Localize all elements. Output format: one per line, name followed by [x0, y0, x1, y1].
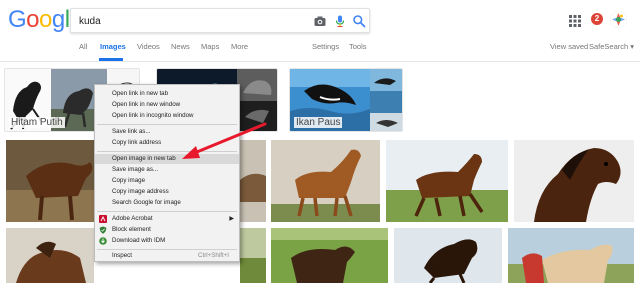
menu-separator [97, 249, 237, 250]
menu-item-copy-image[interactable]: Copy image [95, 176, 239, 186]
shield-icon [99, 226, 107, 234]
chip-image [370, 69, 402, 131]
acrobat-icon [99, 215, 107, 223]
menu-item-label: Save image as... [112, 166, 159, 173]
search-box [70, 8, 370, 33]
menu-item-copy-link-address[interactable]: Copy link address [95, 138, 239, 148]
tab-maps[interactable]: Maps [201, 42, 219, 51]
header-divider [0, 61, 640, 62]
menu-item-save-link-as[interactable]: Save link as... [95, 127, 239, 137]
menu-item-inspect[interactable]: Inspect Ctrl+Shift+I [95, 251, 239, 261]
image-result[interactable] [508, 228, 634, 283]
tab-more[interactable]: More [231, 42, 248, 51]
image-result[interactable] [394, 228, 502, 283]
image-result[interactable] [514, 140, 634, 222]
camera-icon[interactable] [313, 14, 327, 28]
avatar[interactable] [610, 11, 627, 28]
image-result[interactable] [386, 140, 508, 222]
menu-item-shortcut: Ctrl+Shift+I [198, 252, 229, 259]
menu-item-adobe-acrobat[interactable]: Adobe Acrobat ▶ [95, 214, 239, 224]
menu-item-save-image-as[interactable]: Save image as... [95, 165, 239, 175]
menu-item-label: Open link in incognito window [112, 112, 194, 119]
menu-item-label: Open link in new tab [112, 90, 169, 97]
menu-item-label: Search Google for image [112, 199, 181, 206]
settings-link[interactable]: Settings [312, 42, 339, 51]
logo-letter: o [26, 6, 40, 33]
submenu-arrow-icon: ▶ [229, 216, 234, 222]
menu-item-search-google-for-image[interactable]: Search Google for image [95, 198, 239, 208]
tab-images[interactable]: Images [100, 42, 126, 51]
menu-item-label: Copy link address [112, 139, 162, 146]
image-result[interactable] [6, 228, 94, 283]
menu-item-block-element[interactable]: Block element [95, 225, 239, 235]
chip-label: Hitam Putih [9, 117, 65, 128]
menu-item-label: Block element [112, 226, 151, 233]
image-result[interactable] [271, 140, 380, 222]
microphone-icon[interactable] [333, 14, 347, 28]
menu-item-open-image-new-tab[interactable]: Open image in new tab [95, 154, 239, 164]
chip-image [237, 69, 277, 131]
notification-badge[interactable]: 2 [591, 13, 603, 25]
image-result[interactable] [6, 140, 100, 222]
menu-separator [97, 151, 237, 152]
chip-label: Ikan Paus [294, 117, 343, 128]
logo-letter: G [8, 6, 27, 33]
menu-item-label: Open image in new tab [112, 155, 176, 162]
tools-link[interactable]: Tools [349, 42, 367, 51]
image-result[interactable] [240, 140, 266, 222]
menu-separator [97, 124, 237, 125]
search-icon[interactable] [352, 14, 366, 28]
tab-news[interactable]: News [171, 42, 190, 51]
image-result[interactable] [240, 228, 266, 283]
logo-letter: g [51, 6, 65, 33]
view-saved-link[interactable]: View saved [550, 42, 588, 51]
tab-all[interactable]: All [79, 42, 87, 51]
menu-item-open-link-new-tab[interactable]: Open link in new tab [95, 89, 239, 99]
menu-separator [97, 211, 237, 212]
search-input[interactable] [79, 13, 299, 29]
search-nav: All Images Videos News Maps More Setting… [0, 42, 640, 56]
menu-item-label: Copy image [112, 177, 146, 184]
image-result[interactable] [271, 228, 388, 283]
menu-item-download-with-idm[interactable]: Download with IDM [95, 236, 239, 246]
idm-icon [99, 237, 107, 245]
menu-item-label: Open link in new window [112, 101, 181, 108]
tab-videos[interactable]: Videos [137, 42, 160, 51]
logo-letter: o [39, 6, 52, 33]
menu-item-label: Inspect [112, 252, 132, 259]
menu-item-label: Download with IDM [112, 237, 166, 244]
menu-item-open-link-incognito[interactable]: Open link in incognito window [95, 111, 239, 121]
safesearch-dropdown[interactable]: SafeSearch ▾ [589, 42, 634, 51]
context-menu: Open link in new tab Open link in new wi… [94, 84, 240, 262]
menu-item-label: Copy image address [112, 188, 169, 195]
menu-item-open-link-new-window[interactable]: Open link in new window [95, 100, 239, 110]
related-chip-ikan-paus[interactable]: Ikan Paus [289, 68, 403, 132]
menu-item-label: Save link as... [112, 128, 151, 135]
menu-item-copy-image-address[interactable]: Copy image address [95, 187, 239, 197]
menu-item-label: Adobe Acrobat [112, 215, 153, 222]
apps-grid-icon[interactable] [569, 15, 581, 27]
